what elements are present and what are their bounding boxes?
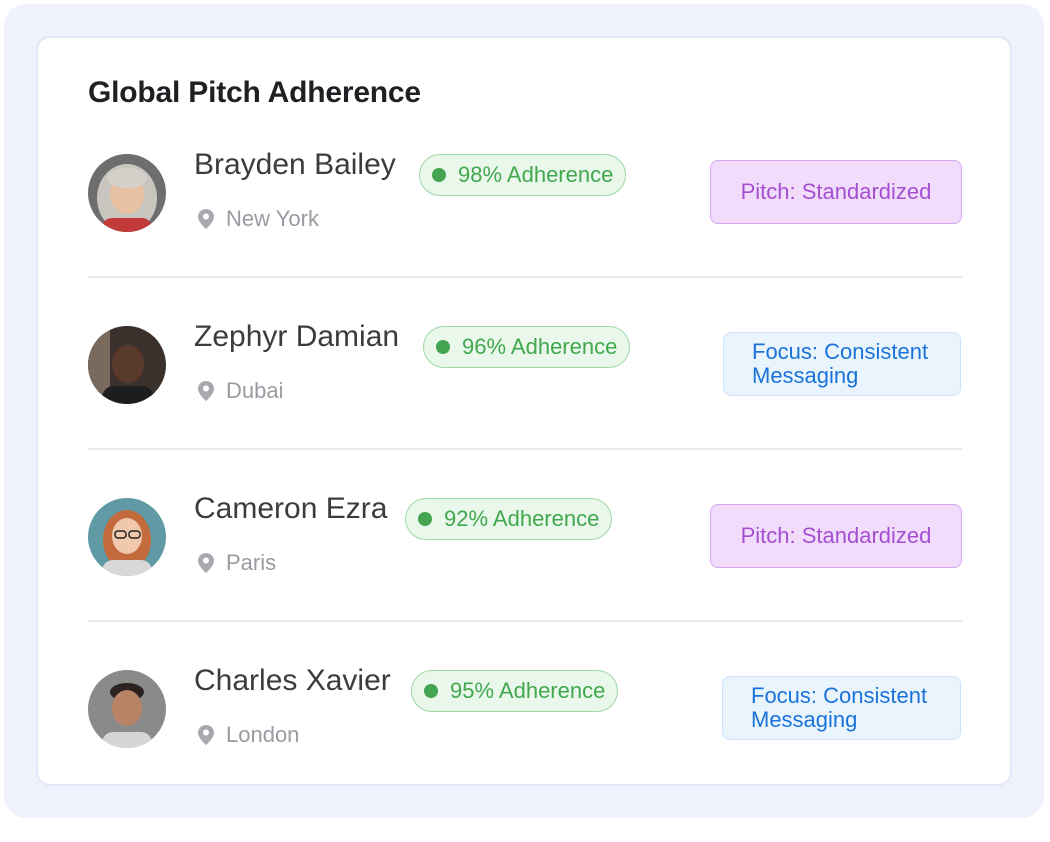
status-dot-icon [418,512,432,526]
person-name: Zephyr Damian [194,320,400,353]
row-divider [88,448,962,450]
adherence-value: 98% Adherence [458,162,614,187]
status-dot-icon [424,684,438,698]
location-label: London [226,722,300,747]
list-item[interactable]: Brayden Bailey 98% Adherence New York Pi… [0,148,1050,326]
card-title: Global Pitch Adherence [88,76,421,109]
adherence-badge: 96% Adherence [423,326,631,368]
map-pin-icon [198,725,214,745]
adherence-value: 95% Adherence [450,678,606,703]
avatar [88,670,166,748]
person-name: Brayden Bailey [194,148,396,181]
status-tag: Focus: Consistent Messaging [723,332,961,396]
map-pin-icon [198,381,214,401]
avatar [88,154,166,232]
map-pin-icon [198,209,214,229]
location: Dubai [198,378,283,404]
location-label: Paris [226,550,277,575]
map-pin-icon [198,553,214,573]
adherence-badge: 95% Adherence [411,670,619,712]
list-item[interactable]: Cameron Ezra 92% Adherence Paris Pitch: … [0,492,1050,670]
person-name: Charles Xavier [194,664,391,697]
status-tag: Pitch: Standardized [710,160,962,224]
location-label: New York [226,206,319,231]
status-tag: Pitch: Standardized [710,504,962,568]
location: London [198,722,299,748]
location-label: Dubai [226,378,284,403]
adherence-badge: 92% Adherence [405,498,613,540]
status-dot-icon [432,168,446,182]
row-divider [88,620,962,622]
location: Paris [198,550,276,576]
adherence-value: 92% Adherence [444,506,600,531]
adherence-value: 96% Adherence [462,334,618,359]
avatar [88,326,166,404]
row-divider [88,276,962,278]
status-dot-icon [436,340,450,354]
location: New York [198,206,319,232]
list-item[interactable]: Zephyr Damian 96% Adherence Dubai Focus:… [0,320,1050,498]
list-item[interactable]: Charles Xavier 95% Adherence London Focu… [0,664,1050,842]
adherence-badge: 98% Adherence [419,154,627,196]
person-name: Cameron Ezra [194,492,388,525]
avatar [88,498,166,576]
status-tag: Focus: Consistent Messaging [722,676,961,740]
